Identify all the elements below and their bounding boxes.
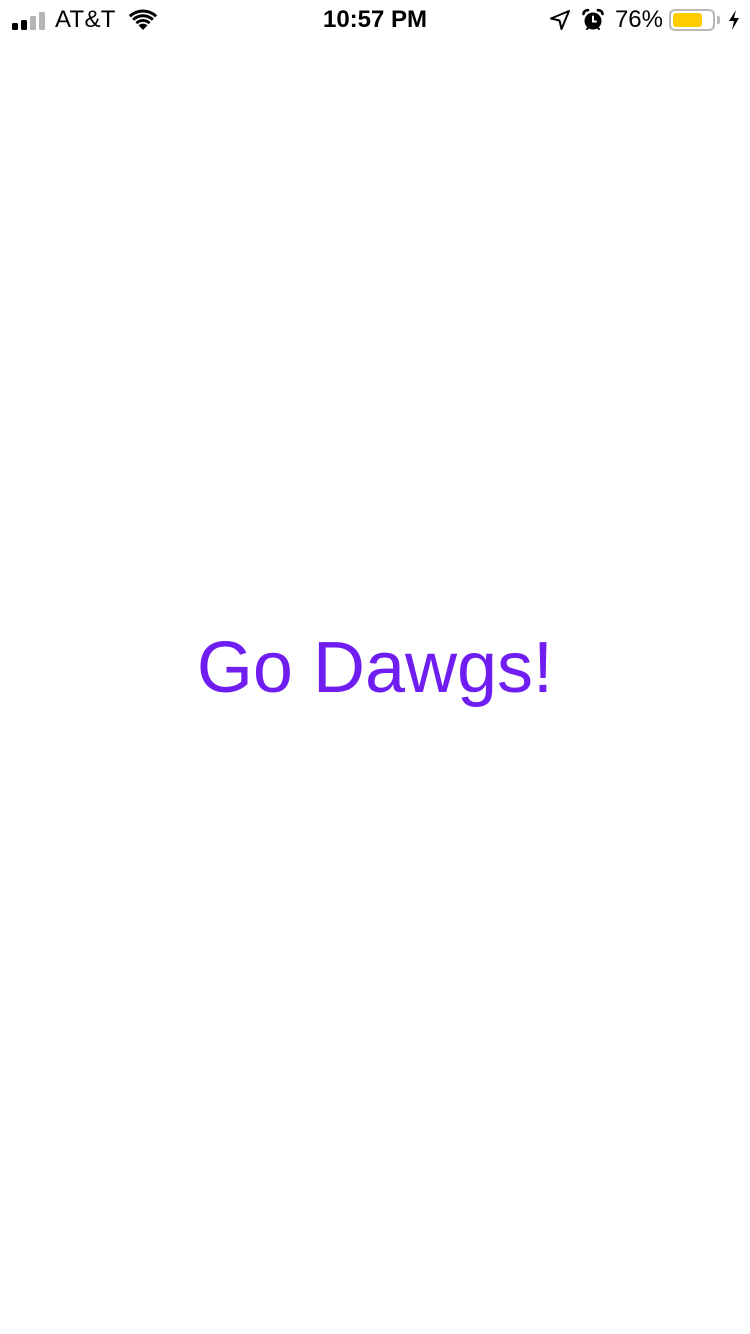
status-bar-right: 76% [549,0,740,40]
charging-bolt-icon [729,10,739,30]
battery-percentage: 76% [614,6,663,33]
alarm-clock-icon [582,8,604,30]
status-bar: AT&T 10:57 PM 76% [0,0,750,40]
location-arrow-icon [549,10,570,30]
go-dawgs-message: Go Dawgs! [196,628,554,708]
battery-icon [669,9,715,31]
app-screen: AT&T 10:57 PM 76% Go Dawgs! [0,0,750,1334]
battery-tip [717,16,720,24]
battery-level-fill [673,13,702,27]
